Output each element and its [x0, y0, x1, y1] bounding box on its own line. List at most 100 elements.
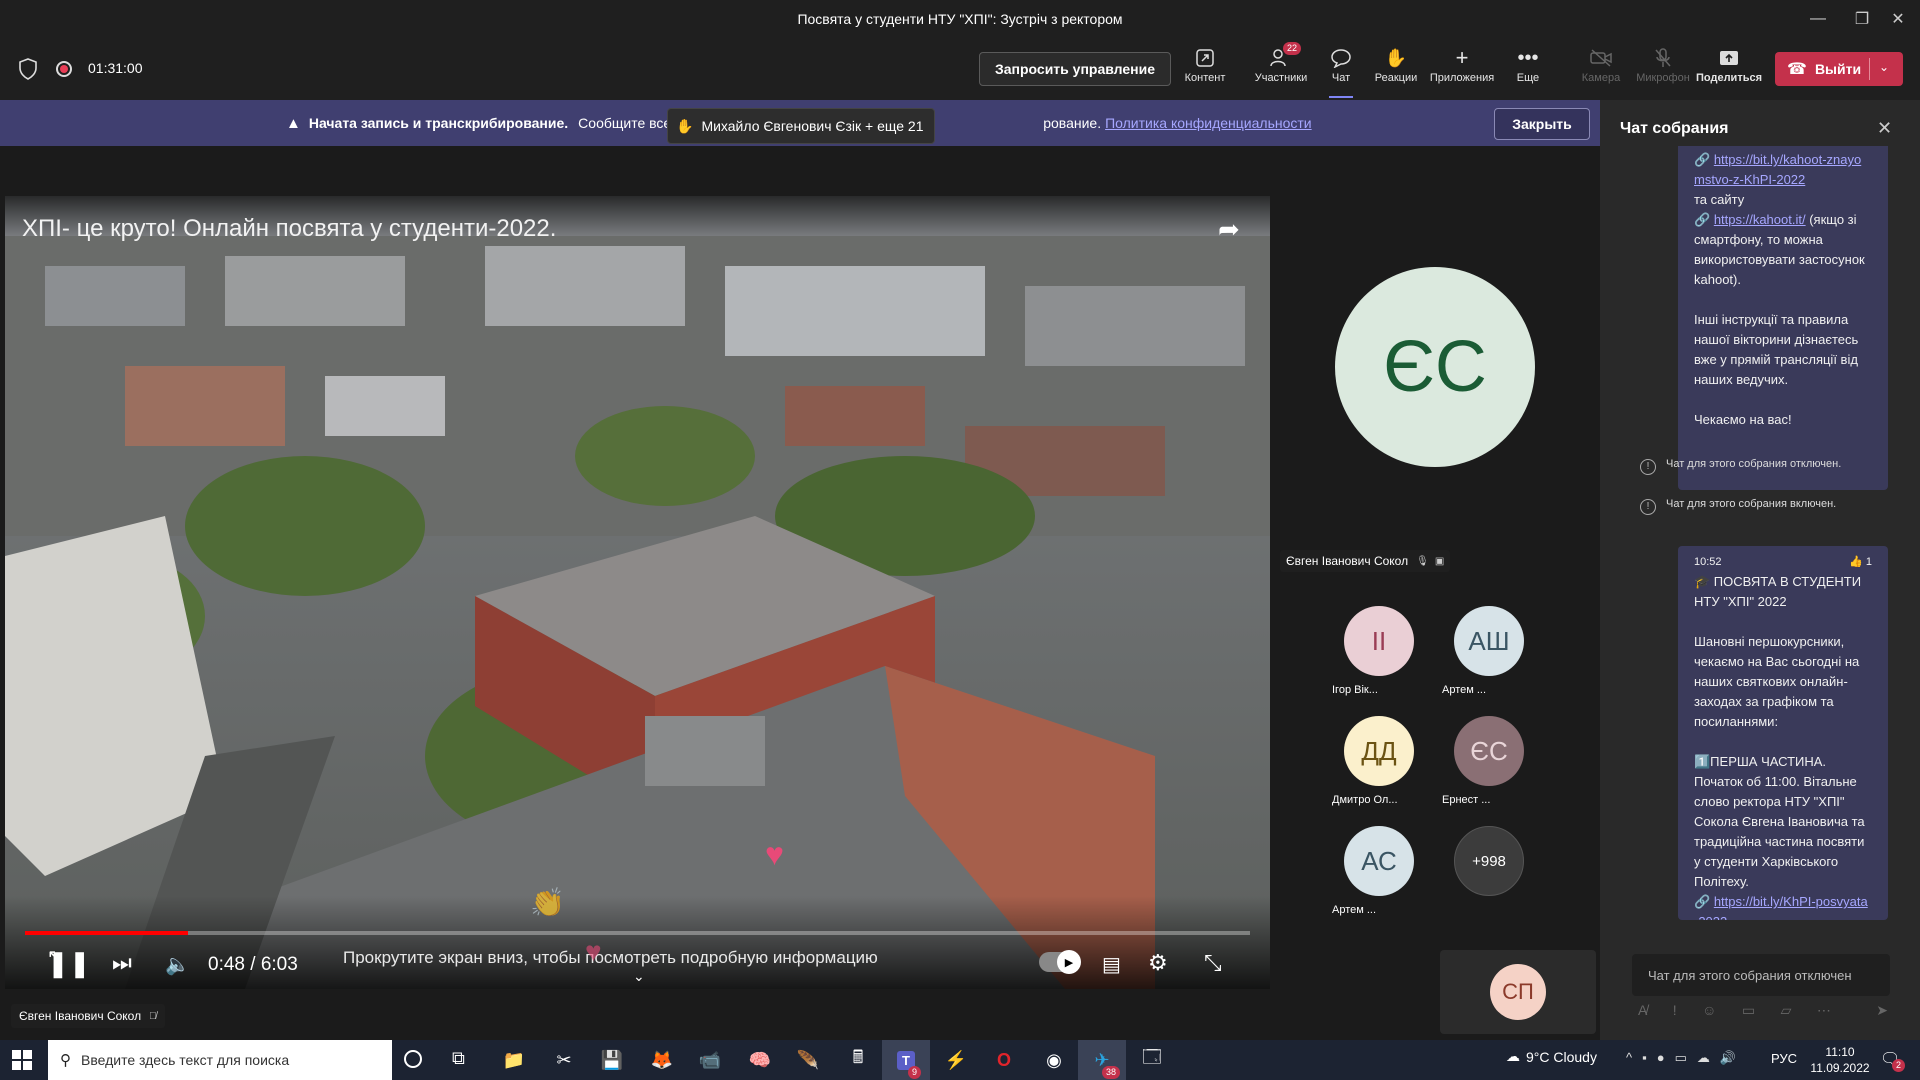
- participant-avatar[interactable]: ДД: [1344, 716, 1414, 786]
- participant-avatar[interactable]: ЄС: [1454, 716, 1524, 786]
- main-speaker-name: Євген Іванович Сокол: [1286, 554, 1409, 568]
- window-title: Посвята у студенти НТУ "ХПІ": Зустріч з …: [797, 11, 1123, 27]
- volume-icon[interactable]: 🔈: [165, 952, 190, 977]
- chat-input[interactable]: Чат для этого собрания отключен: [1632, 954, 1890, 996]
- participant-avatar[interactable]: АШ: [1454, 606, 1524, 676]
- minimize-button[interactable]: —: [1796, 0, 1840, 38]
- format-icon[interactable]: A̸: [1638, 1002, 1647, 1019]
- kahoot-link-2[interactable]: https://kahoot.it/: [1714, 212, 1806, 227]
- participants-button[interactable]: 22 Участники: [1249, 42, 1313, 98]
- participant-avatar[interactable]: ІІ: [1344, 606, 1414, 676]
- task-view-icon[interactable]: ⧉: [452, 1048, 465, 1069]
- emoji-icon[interactable]: ☺: [1702, 1002, 1716, 1019]
- app-icon-lightning[interactable]: ⚡: [932, 1040, 980, 1080]
- windows-start-icon[interactable]: [12, 1050, 32, 1075]
- message-paragraph-2: Інші інструкції та правила нашої віктори…: [1694, 312, 1859, 387]
- firefox-icon[interactable]: 🦊: [638, 1040, 686, 1080]
- meeting-toolbar: 01:31:00 Запросить управление Контент 22…: [0, 38, 1920, 100]
- calculator-icon[interactable]: 🖩: [834, 1040, 882, 1080]
- chevron-down-icon[interactable]: ⌄: [1879, 60, 1889, 74]
- video-progress-track[interactable]: [25, 931, 1250, 935]
- video-progress-fill: [25, 931, 188, 935]
- close-icon[interactable]: ✕: [1877, 118, 1892, 139]
- self-view-tile[interactable]: СП: [1440, 950, 1596, 1034]
- participant-avatar[interactable]: +998: [1454, 826, 1524, 896]
- message-line-site: та сайту: [1694, 192, 1745, 207]
- message-paragraph-3: Чекаємо на вас!: [1694, 412, 1792, 427]
- onedrive-icon[interactable]: ☁: [1697, 1050, 1710, 1066]
- posvyata-link[interactable]: https://bit.ly/KhPI-posvyata-2022: [1694, 894, 1868, 920]
- notifications-icon[interactable]: 🗨 2: [1880, 1049, 1906, 1072]
- weather-widget[interactable]: ☁ 9°C Cloudy: [1506, 1048, 1597, 1065]
- leave-button[interactable]: ☎ Выйти ⌄: [1775, 52, 1903, 86]
- share-arrow-icon[interactable]: ➦: [1218, 214, 1240, 245]
- content-button[interactable]: Контент: [1173, 44, 1237, 98]
- chat-title: Чат собрания: [1620, 120, 1729, 137]
- autoplay-toggle[interactable]: ▶: [1039, 950, 1081, 974]
- clock[interactable]: 11:10 11.09.2022: [1808, 1044, 1872, 1076]
- clap-reaction-icon: 👏: [530, 887, 565, 918]
- heart-reaction-icon-2: ♥: [585, 936, 602, 967]
- save-app-icon[interactable]: 💾: [588, 1040, 636, 1080]
- banner-text-before: Сообщите все: [578, 115, 672, 131]
- tray-chevron-up-icon[interactable]: ^: [1626, 1050, 1632, 1066]
- request-control-button[interactable]: Запросить управление: [979, 52, 1171, 86]
- tray-app-icon-2[interactable]: ●: [1657, 1050, 1665, 1066]
- close-window-button[interactable]: ✕: [1876, 0, 1920, 38]
- system-tray: ^ ▪ ● ▭ ☁ 🔊: [1626, 1050, 1736, 1066]
- mic-off-icon: [1654, 44, 1672, 72]
- main-speaker-avatar[interactable]: ЄС: [1335, 267, 1535, 467]
- message-paragraph-2b: Початок об 11:00. Вітальне слово ректора…: [1694, 774, 1865, 889]
- exit-fullscreen-icon[interactable]: ⤡: [1204, 950, 1222, 976]
- app-icon-feather[interactable]: 🪶: [784, 1040, 832, 1080]
- cortana-icon[interactable]: [404, 1050, 422, 1068]
- apps-button[interactable]: + Приложения: [1429, 44, 1495, 98]
- sticker-icon[interactable]: ▱: [1781, 1002, 1792, 1019]
- reactions-button[interactable]: ✋ Реакции: [1364, 44, 1428, 98]
- teams-icon[interactable]: T 9: [882, 1040, 930, 1080]
- message-reaction[interactable]: 👍 1: [1849, 552, 1872, 572]
- network-icon[interactable]: ▭: [1675, 1050, 1687, 1066]
- message-heading: 🎓 ПОСВЯТА В СТУДЕНТИ НТУ "ХПІ" 2022: [1694, 574, 1862, 609]
- telegram-icon[interactable]: ✈ 38: [1078, 1040, 1126, 1080]
- shield-icon[interactable]: [18, 58, 38, 85]
- microphone-button[interactable]: Микрофон: [1629, 44, 1697, 98]
- file-explorer-icon[interactable]: 📁: [490, 1040, 538, 1080]
- zoom-icon[interactable]: 📹: [686, 1040, 734, 1080]
- important-icon[interactable]: !: [1673, 1002, 1677, 1019]
- subtitles-icon[interactable]: ▤: [1102, 952, 1121, 977]
- banner-close-button[interactable]: Закрыть: [1494, 108, 1590, 140]
- send-icon[interactable]: ➤: [1876, 1002, 1888, 1019]
- tray-app-icon[interactable]: ▪: [1642, 1050, 1647, 1066]
- opera-icon[interactable]: O: [980, 1040, 1028, 1080]
- chevron-down-icon[interactable]: ⌄: [633, 968, 645, 985]
- participant-avatar[interactable]: АС: [1344, 826, 1414, 896]
- chrome-icon[interactable]: ◉: [1030, 1040, 1078, 1080]
- participant-name: Ігор Вік...: [1332, 684, 1378, 696]
- video-title[interactable]: ХПІ- це круто! Онлайн посвята у студенти…: [22, 215, 556, 243]
- next-icon[interactable]: ⏭: [112, 950, 132, 976]
- language-indicator[interactable]: РУС: [1771, 1051, 1797, 1066]
- app-icon-window[interactable]: 🗔: [1128, 1040, 1176, 1080]
- app-icon-brain[interactable]: 🧠: [736, 1040, 784, 1080]
- more-button[interactable]: ••• Еще: [1496, 44, 1560, 98]
- shared-video[interactable]: ХПІ- це круто! Онлайн посвята у студенти…: [5, 196, 1270, 989]
- presenter-name-tag: Євген Іванович Сокол 🎙̸: [11, 1004, 165, 1028]
- message-part-title: 1️⃣ПЕРША ЧАСТИНА.: [1694, 754, 1827, 769]
- main-speaker-name-tag: Євген Іванович Сокол 🎙 ▣: [1280, 550, 1451, 572]
- banner-text-after: рование.: [1043, 115, 1102, 131]
- taskbar-search-box[interactable]: ⚲ Введите здесь текст для поиска: [48, 1040, 392, 1080]
- share-screen-button[interactable]: Поделиться: [1696, 44, 1762, 98]
- camera-button[interactable]: Камера: [1569, 44, 1633, 98]
- more-options-icon[interactable]: ⋯: [1817, 1002, 1831, 1019]
- settings-gear-icon[interactable]: ⚙: [1148, 950, 1168, 976]
- kahoot-link-1[interactable]: https://bit.ly/kahoot-znayomstvo-z-KhPI-…: [1694, 152, 1861, 187]
- chat-label: Чат: [1331, 72, 1351, 84]
- camera-off-icon: [1590, 44, 1612, 72]
- privacy-policy-link[interactable]: Политика конфиденциальности: [1105, 115, 1312, 131]
- content-label: Контент: [1184, 72, 1226, 84]
- speaker-icon[interactable]: 🔊: [1720, 1050, 1736, 1066]
- raised-hand-toast[interactable]: ✋ Михайло Євгенович Єзік + еще 21: [667, 108, 935, 144]
- app-icon-scissors[interactable]: ✂: [540, 1040, 588, 1080]
- gif-icon[interactable]: ▭: [1742, 1002, 1755, 1019]
